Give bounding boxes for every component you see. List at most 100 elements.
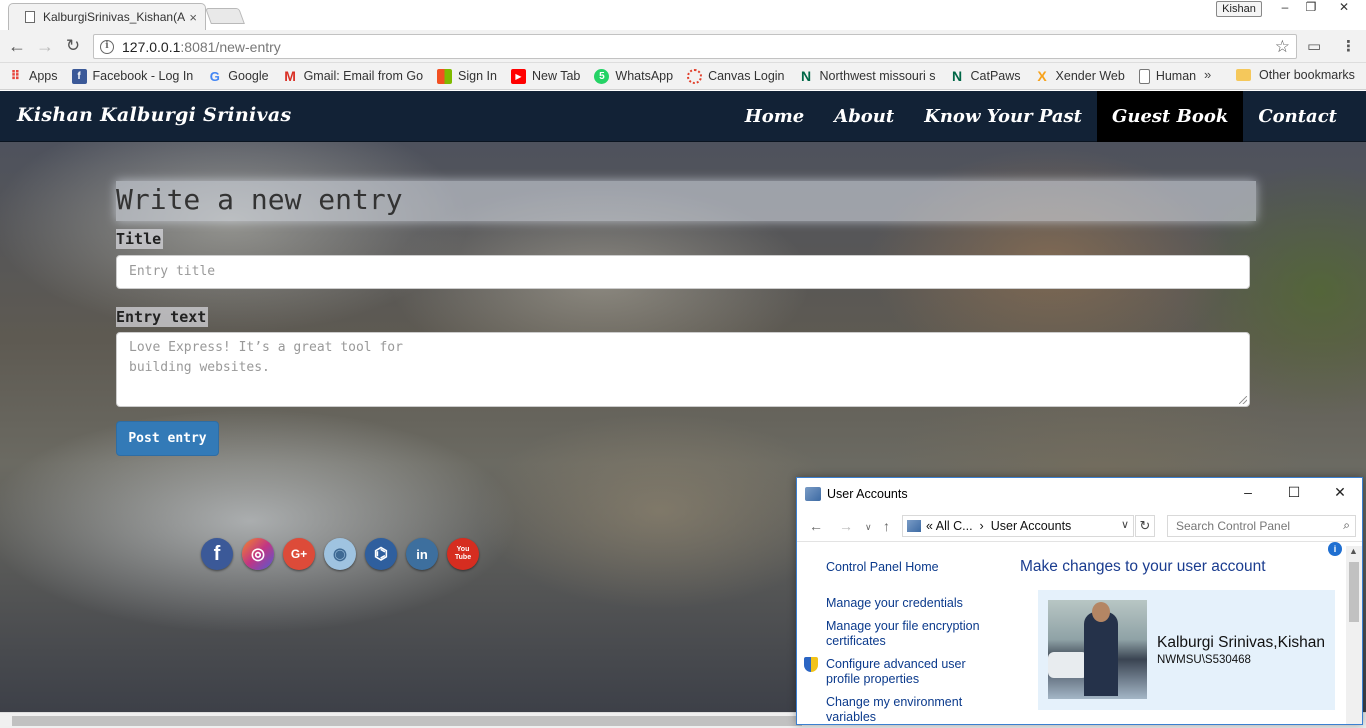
entry-text-label: Entry text [116, 307, 209, 327]
page-icon [1138, 68, 1150, 84]
xender-icon: X [1037, 68, 1047, 84]
site-info-icon[interactable]: i [100, 39, 114, 54]
manage-encryption-link[interactable]: Manage your file encryption certificates [826, 619, 986, 649]
maximize-icon[interactable]: ☐ [1284, 484, 1304, 501]
close-window-icon[interactable]: ✕ [1326, 0, 1362, 18]
bookmark-facebook[interactable]: f Facebook - Log In [71, 68, 193, 84]
browser-tab-strip: KalburgiSrinivas_Kishan(A × Kishan – ❐ ✕ [0, 0, 1366, 30]
bookmark-star-icon[interactable]: ☆ [1275, 37, 1290, 57]
entry-text-input[interactable]: Love Express! It’s a great tool for buil… [116, 332, 1250, 407]
configure-profile-link[interactable]: Configure advanced user profile properti… [826, 657, 976, 687]
instagram-icon[interactable]: ◎ [242, 538, 274, 570]
other-bookmarks[interactable]: Other bookmarks [1236, 68, 1355, 82]
bucket-icon[interactable]: ◉ [324, 538, 356, 570]
nav-know-your-past[interactable]: Know Your Past [909, 91, 1097, 142]
control-panel-home-link[interactable]: Control Panel Home [826, 560, 939, 575]
bookmark-northwest[interactable]: N Northwest missouri s [799, 68, 936, 84]
bookmarks-overflow-icon[interactable]: » [1204, 67, 1211, 82]
bookmark-xender[interactable]: X Xender Web [1035, 68, 1124, 84]
cast-icon[interactable]: ▭ [1307, 37, 1321, 55]
google-plus-icon[interactable]: G+ [283, 538, 315, 570]
vertical-scrollbar[interactable]: ▲ [1346, 546, 1362, 724]
scrollbar-thumb[interactable] [1349, 562, 1359, 622]
user-account-card: Kalburgi Srinivas,Kishan NWMSU\S530468 [1038, 590, 1335, 710]
github-icon[interactable]: ⌬ [365, 538, 397, 570]
window-titlebar[interactable]: User Accounts [797, 478, 1362, 510]
up-icon[interactable]: ↑ [883, 518, 890, 534]
site-menu: Home About Know Your Past Guest Book Con… [730, 91, 1366, 142]
chevron-down-icon[interactable]: ∨ [1121, 518, 1129, 531]
minimize-icon[interactable]: – [1238, 484, 1258, 500]
site-navbar: Kishan Kalburgi Srinivas Home About Know… [0, 91, 1366, 142]
bookmark-apps[interactable]: ⠿ Apps [8, 68, 57, 84]
profile-button[interactable]: Kishan [1216, 1, 1262, 17]
explorer-breadcrumb[interactable]: « All C... › User Accounts ∨ [902, 515, 1134, 537]
bookmark-new-tab[interactable]: ▶ New Tab [510, 68, 580, 84]
bookmark-canvas[interactable]: Canvas Login [687, 68, 785, 84]
close-icon[interactable]: ✕ [1330, 484, 1350, 501]
uac-shield-icon [804, 657, 818, 672]
entry-text-placeholder-line: building websites. [129, 360, 270, 375]
youtube-icon[interactable]: You Tube [447, 538, 479, 570]
bookmark-whatsapp[interactable]: 5 WhatsApp [594, 68, 673, 84]
gmail-icon: M [284, 68, 296, 84]
menu-icon[interactable]: ⋮ [1341, 37, 1356, 55]
manage-credentials-link[interactable]: Manage your credentials [826, 596, 963, 611]
page-icon [25, 11, 35, 23]
facebook-icon[interactable]: f [201, 538, 233, 570]
whatsapp-icon: 5 [594, 68, 610, 84]
nav-guest-book[interactable]: Guest Book [1097, 91, 1244, 142]
back-icon[interactable]: ← [6, 35, 28, 57]
post-entry-button[interactable]: Post entry [116, 421, 219, 456]
new-tab-button[interactable] [205, 8, 245, 24]
form-heading: Write a new entry [116, 181, 1256, 221]
reload-icon[interactable]: ↻ [62, 35, 84, 57]
search-icon: ⌕ [1343, 518, 1350, 532]
avatar [1048, 600, 1147, 699]
scrollbar-thumb[interactable] [12, 716, 802, 726]
recent-locations-icon[interactable]: ∨ [865, 522, 872, 533]
apps-grid-icon: ⠿ [10, 68, 21, 83]
bookmark-gmail[interactable]: M Gmail: Email from Go [283, 68, 423, 84]
google-icon: G [209, 68, 220, 84]
user-accounts-heading: Make changes to your user account [1020, 558, 1266, 575]
url-path: :8081/new-entry [180, 38, 281, 55]
title-label: Title [116, 229, 164, 249]
forward-icon[interactable]: → [839, 518, 853, 534]
bookmark-human[interactable]: Human [1138, 68, 1196, 84]
tab-close-icon[interactable]: × [189, 10, 197, 25]
site-brand[interactable]: Kishan Kalburgi Srinivas [17, 104, 291, 126]
tab-title: KalburgiSrinivas_Kishan(A [43, 10, 186, 24]
help-icon[interactable]: i [1328, 542, 1342, 556]
url-host: 127.0.0.1 [122, 38, 181, 55]
nav-home[interactable]: Home [730, 91, 820, 142]
bookmark-google[interactable]: G Google [207, 68, 269, 84]
address-bar[interactable]: i 127.0.0.1:8081/new-entry ☆ [93, 34, 1297, 59]
minimize-icon[interactable]: – [1272, 0, 1298, 18]
northwest-icon: N [951, 68, 963, 84]
forward-icon[interactable]: → [34, 35, 56, 57]
windows-icon [437, 68, 453, 84]
resize-handle-icon[interactable] [1239, 396, 1247, 404]
user-accounts-window: User Accounts – ☐ ✕ ← → ∨ ↑ « All C... ›… [796, 477, 1363, 725]
restore-icon[interactable]: ❐ [1298, 0, 1324, 18]
window-title: User Accounts [827, 487, 908, 501]
change-environment-link[interactable]: Change my environment variables [826, 695, 976, 724]
nav-contact[interactable]: Contact [1243, 91, 1366, 142]
account-username: NWMSU\S530468 [1157, 654, 1251, 666]
bookmark-sign-in[interactable]: Sign In [437, 68, 497, 84]
title-input[interactable]: Entry title [116, 255, 1250, 289]
bookmark-catpaws[interactable]: N CatPaws [950, 68, 1021, 84]
entry-text-placeholder-line: Love Express! It’s a great tool for [129, 340, 403, 355]
refresh-icon[interactable]: ↻ [1135, 515, 1155, 537]
canvas-icon [687, 68, 703, 84]
scroll-up-icon[interactable]: ▲ [1349, 546, 1358, 556]
user-accounts-icon [805, 487, 821, 501]
back-icon[interactable]: ← [809, 518, 823, 534]
nav-about[interactable]: About [819, 91, 909, 142]
search-control-panel-input[interactable]: Search Control Panel ⌕ [1167, 515, 1356, 537]
bookmarks-bar: ⠿ Apps f Facebook - Log In G Google M Gm… [0, 63, 1366, 90]
explorer-address-row: ← → ∨ ↑ « All C... › User Accounts ∨ ↻ S… [797, 510, 1362, 542]
browser-tab[interactable]: KalburgiSrinivas_Kishan(A × [8, 3, 206, 30]
linkedin-icon[interactable]: in [406, 538, 438, 570]
